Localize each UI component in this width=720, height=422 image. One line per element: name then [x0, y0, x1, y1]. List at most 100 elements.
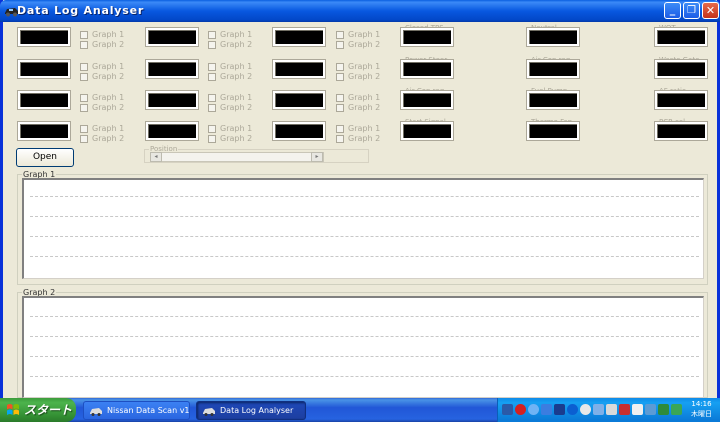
- security-alert-icon[interactable]: [515, 404, 526, 415]
- graph2-checkbox-label: Graph 2: [348, 40, 381, 49]
- gridline: [30, 356, 699, 357]
- graph1-checkbox[interactable]: [208, 94, 216, 102]
- graph2-checkbox[interactable]: [80, 41, 88, 49]
- messenger-icon[interactable]: [645, 404, 656, 415]
- keyboard-icon[interactable]: [502, 404, 513, 415]
- maximize-button[interactable]: ❐: [683, 2, 700, 19]
- graph2-checkbox[interactable]: [336, 104, 344, 112]
- graph2-checkbox[interactable]: [208, 135, 216, 143]
- graph1-checkbox-label: Graph 1: [92, 30, 125, 39]
- indicator-fuel-pump: [526, 90, 580, 110]
- safely-remove-icon[interactable]: [658, 404, 669, 415]
- taskbar-item-label: Nissan Data Scan v1..: [107, 406, 190, 415]
- position-scrollbar[interactable]: [150, 152, 324, 162]
- graph1-checkbox[interactable]: [80, 31, 88, 39]
- gridline: [30, 236, 699, 237]
- graph2-checkbox[interactable]: [208, 104, 216, 112]
- graph2-checkbox[interactable]: [336, 73, 344, 81]
- close-button[interactable]: ✕: [702, 2, 719, 19]
- start-button[interactable]: スタート: [0, 398, 76, 422]
- graph-checkbox-group: Graph 1 Graph 2: [80, 62, 124, 82]
- display-icon[interactable]: [541, 404, 552, 415]
- graph2-checkbox-label: Graph 2: [348, 72, 381, 81]
- graph1-checkbox-label: Graph 1: [348, 93, 381, 102]
- taskbar-item-nissan-data-scan[interactable]: Nissan Data Scan v1..: [83, 401, 190, 420]
- windows-flag-icon: [7, 404, 19, 415]
- indicator-air-con-2: [400, 90, 454, 110]
- scroll-left-icon[interactable]: ◂: [150, 152, 162, 162]
- start-label: スタート: [24, 403, 73, 417]
- open-button[interactable]: Open: [16, 148, 74, 167]
- system-tray: 14:16 木曜日: [497, 398, 720, 422]
- graph-checkbox-group: Graph 1 Graph 2: [208, 93, 252, 113]
- gridline: [30, 376, 699, 377]
- taskbar-clock[interactable]: 14:16 木曜日: [691, 399, 712, 419]
- graph2-plot[interactable]: [22, 296, 704, 398]
- sync-icon[interactable]: [593, 404, 604, 415]
- graph1-checkbox[interactable]: [336, 31, 344, 39]
- graph2-checkbox[interactable]: [80, 135, 88, 143]
- gauge-display: [145, 121, 199, 141]
- graph-checkbox-group: Graph 1 Graph 2: [80, 30, 124, 50]
- indicator-af-ratio: [654, 90, 708, 110]
- graph1-checkbox[interactable]: [80, 125, 88, 133]
- indicator-thermo-fan: [526, 121, 580, 141]
- graph1-checkbox-label: Graph 1: [348, 30, 381, 39]
- graph2-checkbox[interactable]: [336, 41, 344, 49]
- gauge-display: [17, 90, 71, 110]
- gridline: [30, 316, 699, 317]
- graph2-checkbox[interactable]: [208, 41, 216, 49]
- graph1-checkbox[interactable]: [80, 94, 88, 102]
- gridline: [30, 256, 699, 257]
- monitor-icon[interactable]: [554, 404, 565, 415]
- graph1-checkbox[interactable]: [208, 63, 216, 71]
- graph1-checkbox-label: Graph 1: [348, 62, 381, 71]
- window-title: Data Log Analyser: [17, 4, 145, 17]
- car-icon: [90, 408, 102, 416]
- title-bar[interactable]: Data Log Analyser _ ❐ ✕: [0, 0, 720, 22]
- graph-checkbox-group: Graph 1 Graph 2: [336, 30, 380, 50]
- graph1-checkbox[interactable]: [208, 125, 216, 133]
- volume-icon[interactable]: [632, 404, 643, 415]
- graph1-checkbox-label: Graph 1: [220, 124, 253, 133]
- gauge-display: [17, 27, 71, 47]
- graph1-checkbox[interactable]: [80, 63, 88, 71]
- graph2-checkbox-label: Graph 2: [92, 40, 125, 49]
- graph-checkbox-group: Graph 1 Graph 2: [208, 62, 252, 82]
- update-icon[interactable]: [671, 404, 682, 415]
- graph2-checkbox-label: Graph 2: [92, 134, 125, 143]
- graph1-checkbox-label: Graph 1: [220, 93, 253, 102]
- graph2-checkbox-label: Graph 2: [220, 134, 253, 143]
- graph1-checkbox[interactable]: [336, 125, 344, 133]
- graph1-checkbox[interactable]: [336, 63, 344, 71]
- graph2-checkbox[interactable]: [80, 104, 88, 112]
- minimize-button[interactable]: _: [664, 2, 681, 19]
- graph-checkbox-group: Graph 1 Graph 2: [208, 30, 252, 50]
- graph-checkbox-group: Graph 1 Graph 2: [336, 124, 380, 144]
- graph2-checkbox[interactable]: [208, 73, 216, 81]
- network-icon[interactable]: [528, 404, 539, 415]
- graph2-checkbox-label: Graph 2: [348, 103, 381, 112]
- graph1-plot[interactable]: [22, 178, 704, 279]
- graph-checkbox-group: Graph 1 Graph 2: [336, 93, 380, 113]
- graph2-checkbox-label: Graph 2: [348, 134, 381, 143]
- graph2-checkbox[interactable]: [80, 73, 88, 81]
- taskbar-item-data-log-analyser[interactable]: Data Log Analyser: [196, 401, 306, 420]
- graph1-checkbox-label: Graph 1: [348, 124, 381, 133]
- gridline: [30, 336, 699, 337]
- bluetooth-icon[interactable]: [567, 404, 578, 415]
- graph2-checkbox-label: Graph 2: [220, 72, 253, 81]
- shield-icon[interactable]: [619, 404, 630, 415]
- graph1-checkbox[interactable]: [336, 94, 344, 102]
- graph2-checkbox-label: Graph 2: [220, 40, 253, 49]
- printer-icon[interactable]: [606, 404, 617, 415]
- graph2-checkbox[interactable]: [336, 135, 344, 143]
- app-window: Data Log Analyser _ ❐ ✕ Graph 1 Graph 2 …: [0, 0, 720, 398]
- graph2-checkbox-label: Graph 2: [220, 103, 253, 112]
- graph1-checkbox[interactable]: [208, 31, 216, 39]
- graph-checkbox-group: Graph 1 Graph 2: [208, 124, 252, 144]
- gauge-display: [272, 90, 326, 110]
- scroll-right-icon[interactable]: ▸: [311, 152, 323, 162]
- info-icon[interactable]: [580, 404, 591, 415]
- graph1-checkbox-label: Graph 1: [92, 124, 125, 133]
